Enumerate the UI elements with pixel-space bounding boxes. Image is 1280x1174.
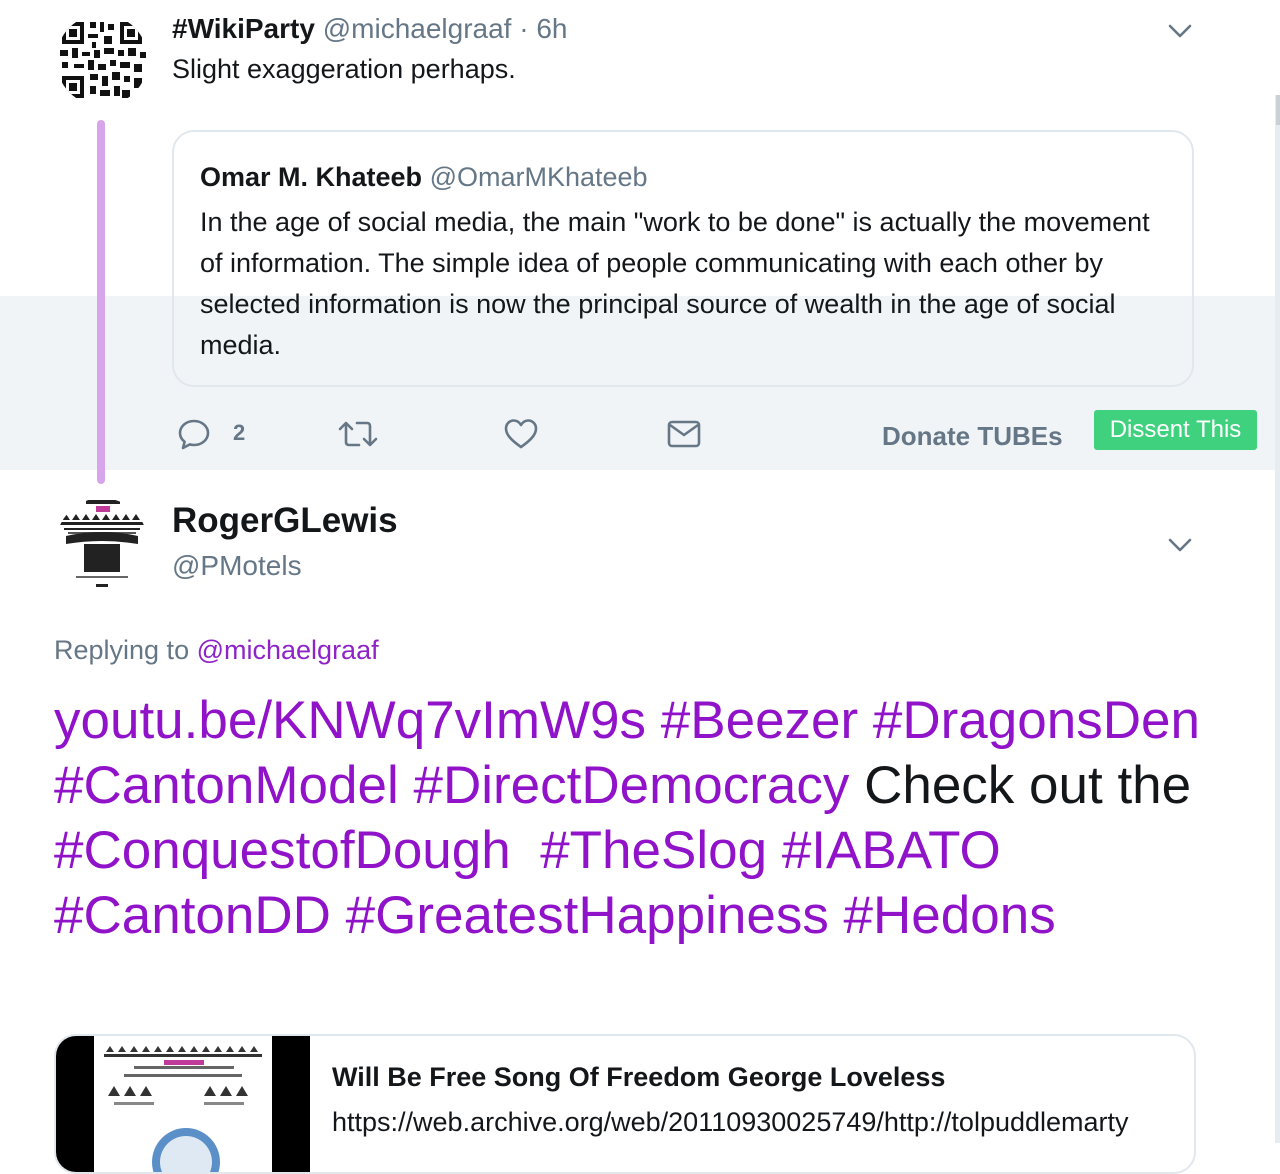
- tweet-text-segment: Check out the: [849, 756, 1206, 815]
- hashtag-link[interactable]: #CantonDD: [54, 886, 346, 945]
- retweet-icon[interactable]: [338, 416, 378, 452]
- tweet1-display-name[interactable]: #WikiParty: [172, 13, 315, 44]
- like-icon[interactable]: [503, 416, 539, 452]
- card-thumbnail: [56, 1036, 310, 1172]
- tweet-text-segment: [511, 821, 540, 880]
- quoted-tweet-header: Omar M. Khateeb @OmarMKhateeb: [200, 160, 648, 194]
- hashtag-link[interactable]: #DragonsDen: [873, 691, 1215, 750]
- scrollbar-track[interactable]: [1275, 95, 1280, 1143]
- tweet1-separator: ·: [519, 13, 529, 44]
- tweet1-handle[interactable]: @michaelgraaf: [323, 13, 512, 44]
- thread-connector-line: [97, 120, 105, 484]
- message-icon[interactable]: [666, 416, 702, 452]
- tweet1-time[interactable]: 6h: [536, 13, 567, 44]
- tweet2-display-name[interactable]: RogerGLewis: [172, 500, 398, 542]
- quoted-display-name: Omar M. Khateeb: [200, 162, 423, 192]
- card-url: https://web.archive.org/web/201109300257…: [332, 1107, 1129, 1137]
- avatar-wikiparty[interactable]: [56, 14, 148, 106]
- hashtag-link[interactable]: #Beezer: [661, 691, 873, 750]
- tweet1-header: #WikiParty @michaelgraaf · 6h: [172, 12, 568, 46]
- dissent-this-button[interactable]: Dissent This: [1094, 410, 1257, 450]
- hashtag-link[interactable]: #TheSlog: [540, 821, 782, 880]
- replying-to-link[interactable]: @michaelgraaf: [197, 635, 379, 665]
- reply-count: 2: [233, 420, 246, 445]
- hashtag-link[interactable]: #GreatestHappiness: [346, 886, 844, 945]
- donate-tubes-button[interactable]: Donate TUBEs: [882, 421, 1063, 452]
- quoted-handle: @OmarMKhateeb: [429, 162, 648, 192]
- tweet2-text: youtu.be/KNWq7vImW9s #Beezer #DragonsDen…: [54, 688, 1214, 948]
- caret-down-icon[interactable]: [1167, 532, 1193, 558]
- card-title: Will Be Free Song Of Freedom George Love…: [332, 1062, 946, 1092]
- quoted-tweet-text: In the age of social media, the main "wo…: [200, 207, 1150, 360]
- scrollbar-thumb[interactable]: [1276, 95, 1280, 125]
- caret-down-icon[interactable]: [1167, 18, 1193, 44]
- hashtag-link[interactable]: youtu.be/KNWq7vImW9s: [54, 691, 661, 750]
- tweet1-text: Slight exaggeration perhaps.: [172, 54, 516, 84]
- link-preview-card[interactable]: Will Be Free Song Of Freedom George Love…: [54, 1034, 1196, 1174]
- quoted-tweet[interactable]: Omar M. Khateeb @OmarMKhateeb In the age…: [172, 130, 1194, 387]
- reply-icon[interactable]: [176, 416, 212, 452]
- hashtag-link[interactable]: #IABATO: [782, 821, 1016, 880]
- hashtag-link[interactable]: #Hedons: [844, 886, 1056, 945]
- hashtag-link[interactable]: #DirectDemocracy: [413, 756, 849, 815]
- replying-to-prefix: Replying to: [54, 635, 190, 665]
- tweet2-handle[interactable]: @PMotels: [172, 548, 302, 584]
- hashtag-link[interactable]: #ConquestofDough: [54, 821, 511, 880]
- hashtag-link[interactable]: #CantonModel: [54, 756, 413, 815]
- replying-to-line: Replying to @michaelgraaf: [54, 632, 379, 668]
- avatar-rogerglewis[interactable]: [56, 498, 148, 590]
